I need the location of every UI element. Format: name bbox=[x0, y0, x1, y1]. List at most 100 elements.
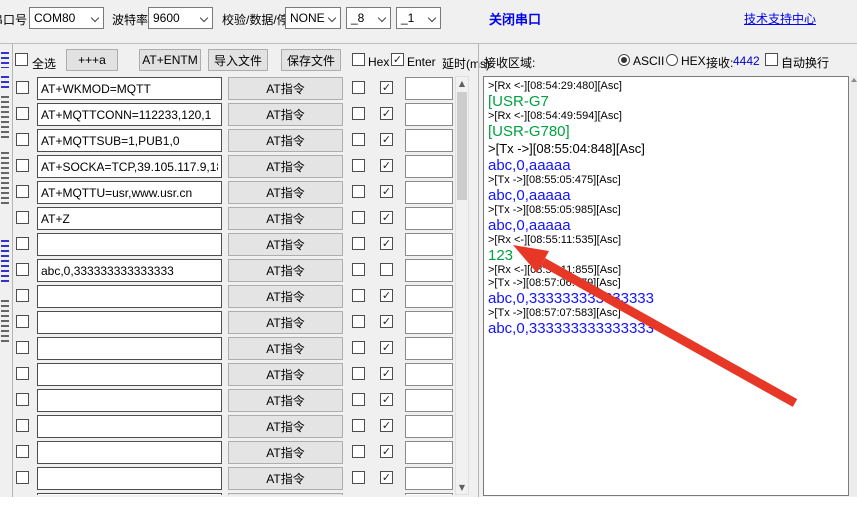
row-delay-input[interactable] bbox=[405, 207, 453, 230]
row-delay-input[interactable] bbox=[405, 285, 453, 308]
baud-select[interactable]: 9600 bbox=[148, 7, 213, 29]
plus-a-button[interactable]: +++a bbox=[66, 49, 118, 71]
row-enter-checkbox[interactable] bbox=[380, 185, 393, 198]
row-delay-input[interactable] bbox=[405, 493, 453, 495]
send-at-command-button[interactable]: AT指令 bbox=[228, 337, 343, 360]
row-delay-input[interactable] bbox=[405, 311, 453, 334]
send-at-command-button[interactable]: AT指令 bbox=[228, 285, 343, 308]
row-hex-checkbox[interactable] bbox=[352, 159, 365, 172]
ascii-radio[interactable] bbox=[618, 54, 630, 66]
row-hex-checkbox[interactable] bbox=[352, 211, 365, 224]
row-enter-checkbox[interactable] bbox=[380, 471, 393, 484]
send-at-command-button[interactable]: AT指令 bbox=[228, 155, 343, 178]
row-hex-checkbox[interactable] bbox=[352, 289, 365, 302]
command-input[interactable] bbox=[37, 181, 222, 204]
command-input[interactable] bbox=[37, 129, 222, 152]
row-hex-checkbox[interactable] bbox=[352, 107, 365, 120]
row-hex-checkbox[interactable] bbox=[352, 419, 365, 432]
command-input[interactable] bbox=[37, 233, 222, 256]
row-hex-checkbox[interactable] bbox=[352, 237, 365, 250]
row-select-checkbox[interactable] bbox=[16, 341, 29, 354]
row-enter-checkbox[interactable] bbox=[380, 211, 393, 224]
send-at-command-button[interactable]: AT指令 bbox=[228, 441, 343, 464]
row-enter-checkbox[interactable] bbox=[380, 341, 393, 354]
close-serial-button[interactable]: 关闭串口 bbox=[489, 9, 541, 28]
toolbar-enter-checkbox[interactable] bbox=[391, 53, 404, 66]
row-delay-input[interactable] bbox=[405, 129, 453, 152]
row-select-checkbox[interactable] bbox=[16, 237, 29, 250]
row-enter-checkbox[interactable] bbox=[380, 237, 393, 250]
send-at-command-button[interactable]: AT指令 bbox=[228, 415, 343, 438]
command-input[interactable] bbox=[37, 363, 222, 386]
command-input[interactable] bbox=[37, 103, 222, 126]
send-at-command-button[interactable]: AT指令 bbox=[228, 103, 343, 126]
row-hex-checkbox[interactable] bbox=[352, 367, 365, 380]
send-at-command-button[interactable]: AT指令 bbox=[228, 389, 343, 412]
command-input[interactable] bbox=[37, 337, 222, 360]
send-at-command-button[interactable]: AT指令 bbox=[228, 77, 343, 100]
port-select[interactable]: COM80 bbox=[29, 7, 104, 29]
row-hex-checkbox[interactable] bbox=[352, 471, 365, 484]
row-enter-checkbox[interactable] bbox=[380, 419, 393, 432]
send-at-command-button[interactable]: AT指令 bbox=[228, 467, 343, 490]
scroll-down-icon[interactable]: ▼ bbox=[456, 481, 468, 494]
databits-select[interactable]: _8 bbox=[346, 7, 391, 29]
row-hex-checkbox[interactable] bbox=[352, 133, 365, 146]
at-entm-button[interactable]: AT+ENTM bbox=[139, 49, 201, 71]
row-hex-checkbox[interactable] bbox=[352, 315, 365, 328]
command-input[interactable] bbox=[37, 493, 222, 495]
row-delay-input[interactable] bbox=[405, 441, 453, 464]
row-hex-checkbox[interactable] bbox=[352, 81, 365, 94]
row-delay-input[interactable] bbox=[405, 467, 453, 490]
row-delay-input[interactable] bbox=[405, 155, 453, 178]
hex-radio[interactable] bbox=[666, 54, 678, 66]
command-input[interactable] bbox=[37, 259, 222, 282]
row-enter-checkbox[interactable] bbox=[380, 315, 393, 328]
row-select-checkbox[interactable] bbox=[16, 107, 29, 120]
row-delay-input[interactable] bbox=[405, 233, 453, 256]
row-delay-input[interactable] bbox=[405, 337, 453, 360]
save-file-button[interactable]: 保存文件 bbox=[281, 49, 341, 71]
row-delay-input[interactable] bbox=[405, 415, 453, 438]
command-input[interactable] bbox=[37, 441, 222, 464]
row-enter-checkbox[interactable] bbox=[380, 81, 393, 94]
row-delay-input[interactable] bbox=[405, 103, 453, 126]
support-center-link[interactable]: 技术支持中心 bbox=[744, 10, 816, 27]
row-delay-input[interactable] bbox=[405, 363, 453, 386]
receive-log-area[interactable]: >[Rx <-][08:54:29:480][Asc][USR-G7>[Rx <… bbox=[483, 76, 849, 496]
scrollbar-thumb[interactable] bbox=[457, 92, 467, 200]
row-hex-checkbox[interactable] bbox=[352, 393, 365, 406]
send-at-command-button[interactable]: AT指令 bbox=[228, 363, 343, 386]
toolbar-hex-checkbox[interactable] bbox=[352, 53, 365, 66]
row-enter-checkbox[interactable] bbox=[380, 107, 393, 120]
command-input[interactable] bbox=[37, 415, 222, 438]
row-hex-checkbox[interactable] bbox=[352, 263, 365, 276]
command-input[interactable] bbox=[37, 207, 222, 230]
row-delay-input[interactable] bbox=[405, 77, 453, 100]
send-at-command-button[interactable]: AT指令 bbox=[228, 129, 343, 152]
row-select-checkbox[interactable] bbox=[16, 185, 29, 198]
send-at-command-button[interactable]: AT指令 bbox=[228, 233, 343, 256]
row-enter-checkbox[interactable] bbox=[380, 445, 393, 458]
receive-scrollbar[interactable] bbox=[850, 76, 857, 496]
import-file-button[interactable]: 导入文件 bbox=[208, 49, 268, 71]
row-select-checkbox[interactable] bbox=[16, 159, 29, 172]
row-select-checkbox[interactable] bbox=[16, 445, 29, 458]
row-delay-input[interactable] bbox=[405, 389, 453, 412]
select-all-checkbox[interactable] bbox=[15, 53, 28, 66]
scroll-up-icon[interactable]: ▲ bbox=[456, 77, 468, 90]
row-enter-checkbox[interactable] bbox=[380, 159, 393, 172]
command-input[interactable] bbox=[37, 77, 222, 100]
row-hex-checkbox[interactable] bbox=[352, 341, 365, 354]
row-select-checkbox[interactable] bbox=[16, 211, 29, 224]
send-at-command-button[interactable]: AT指令 bbox=[228, 311, 343, 334]
row-delay-input[interactable] bbox=[405, 259, 453, 282]
command-input[interactable] bbox=[37, 311, 222, 334]
command-input[interactable] bbox=[37, 285, 222, 308]
row-select-checkbox[interactable] bbox=[16, 289, 29, 302]
row-enter-checkbox[interactable] bbox=[380, 133, 393, 146]
row-select-checkbox[interactable] bbox=[16, 315, 29, 328]
row-select-checkbox[interactable] bbox=[16, 367, 29, 380]
send-at-command-button[interactable]: AT指令 bbox=[228, 259, 343, 282]
row-hex-checkbox[interactable] bbox=[352, 445, 365, 458]
